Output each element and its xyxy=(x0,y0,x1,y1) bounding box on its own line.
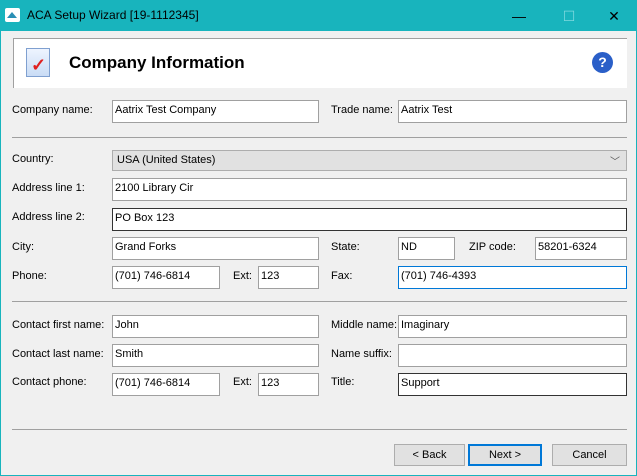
app-icon xyxy=(5,8,20,22)
trade-name-input[interactable]: Aatrix Test xyxy=(398,100,627,123)
page-title: Company Information xyxy=(69,53,245,72)
contact-phone-label: Contact phone: xyxy=(12,376,87,388)
fax-label: Fax: xyxy=(331,270,353,282)
contact-first-name-input[interactable]: John xyxy=(112,315,319,338)
address-line1-label: Address line 1: xyxy=(12,182,85,194)
cancel-button[interactable]: Cancel xyxy=(552,444,627,466)
minimize-button[interactable]: — xyxy=(496,1,542,31)
address-line2-label: Address line 2: xyxy=(12,211,85,223)
title-bar: ACA Setup Wizard [19-1112345] — ☐ ✕ xyxy=(1,1,637,31)
title-input[interactable]: Support xyxy=(398,373,627,396)
contact-last-name-input[interactable]: Smith xyxy=(112,344,319,367)
back-button[interactable]: < Back xyxy=(394,444,465,466)
contact-last-name-label: Contact last name: xyxy=(12,348,104,360)
name-suffix-label: Name suffix: xyxy=(331,348,392,360)
city-input[interactable]: Grand Forks xyxy=(112,237,319,260)
maximize-button[interactable]: ☐ xyxy=(546,1,592,31)
address-line2-input[interactable]: PO Box 123 xyxy=(112,208,627,231)
contact-phone-input[interactable]: (701) 746-6814 xyxy=(112,373,220,396)
country-label: Country: xyxy=(12,153,54,165)
divider xyxy=(12,301,627,302)
contact-first-name-label: Contact first name: xyxy=(12,319,105,331)
company-name-label: Company name: xyxy=(12,104,93,116)
phone-label: Phone: xyxy=(12,270,47,282)
divider xyxy=(12,429,627,430)
window-title: ACA Setup Wizard [19-1112345] xyxy=(27,8,199,22)
title-label: Title: xyxy=(331,376,355,388)
close-button[interactable]: ✕ xyxy=(591,1,637,31)
ext-label: Ext: xyxy=(233,270,252,282)
trade-name-label: Trade name: xyxy=(331,104,393,116)
contact-ext-label: Ext: xyxy=(233,376,252,388)
name-suffix-input[interactable] xyxy=(398,344,627,367)
country-select[interactable]: USA (United States) ﹀ xyxy=(112,150,627,171)
wizard-header: ✓ Company Information ? xyxy=(13,38,627,88)
ext-input[interactable]: 123 xyxy=(258,266,319,289)
middle-name-input[interactable]: Imaginary xyxy=(398,315,627,338)
middle-name-label: Middle name: xyxy=(331,319,398,331)
zip-label: ZIP code: xyxy=(469,241,516,253)
city-label: City: xyxy=(12,241,34,253)
country-value: USA (United States) xyxy=(117,154,216,166)
chevron-down-icon: ﹀ xyxy=(610,157,620,168)
checklist-document-icon: ✓ xyxy=(26,48,50,77)
state-label: State: xyxy=(331,241,360,253)
state-input[interactable]: ND xyxy=(398,237,455,260)
phone-input[interactable]: (701) 746-6814 xyxy=(112,266,220,289)
fax-input[interactable]: (701) 746-4393 xyxy=(398,266,627,289)
divider xyxy=(12,137,627,138)
company-name-input[interactable]: Aatrix Test Company xyxy=(112,100,319,123)
contact-ext-input[interactable]: 123 xyxy=(258,373,319,396)
address-line1-input[interactable]: 2100 Library Cir xyxy=(112,178,627,201)
next-button[interactable]: Next > xyxy=(468,444,542,466)
zip-input[interactable]: 58201-6324 xyxy=(535,237,627,260)
help-icon[interactable]: ? xyxy=(592,52,613,73)
